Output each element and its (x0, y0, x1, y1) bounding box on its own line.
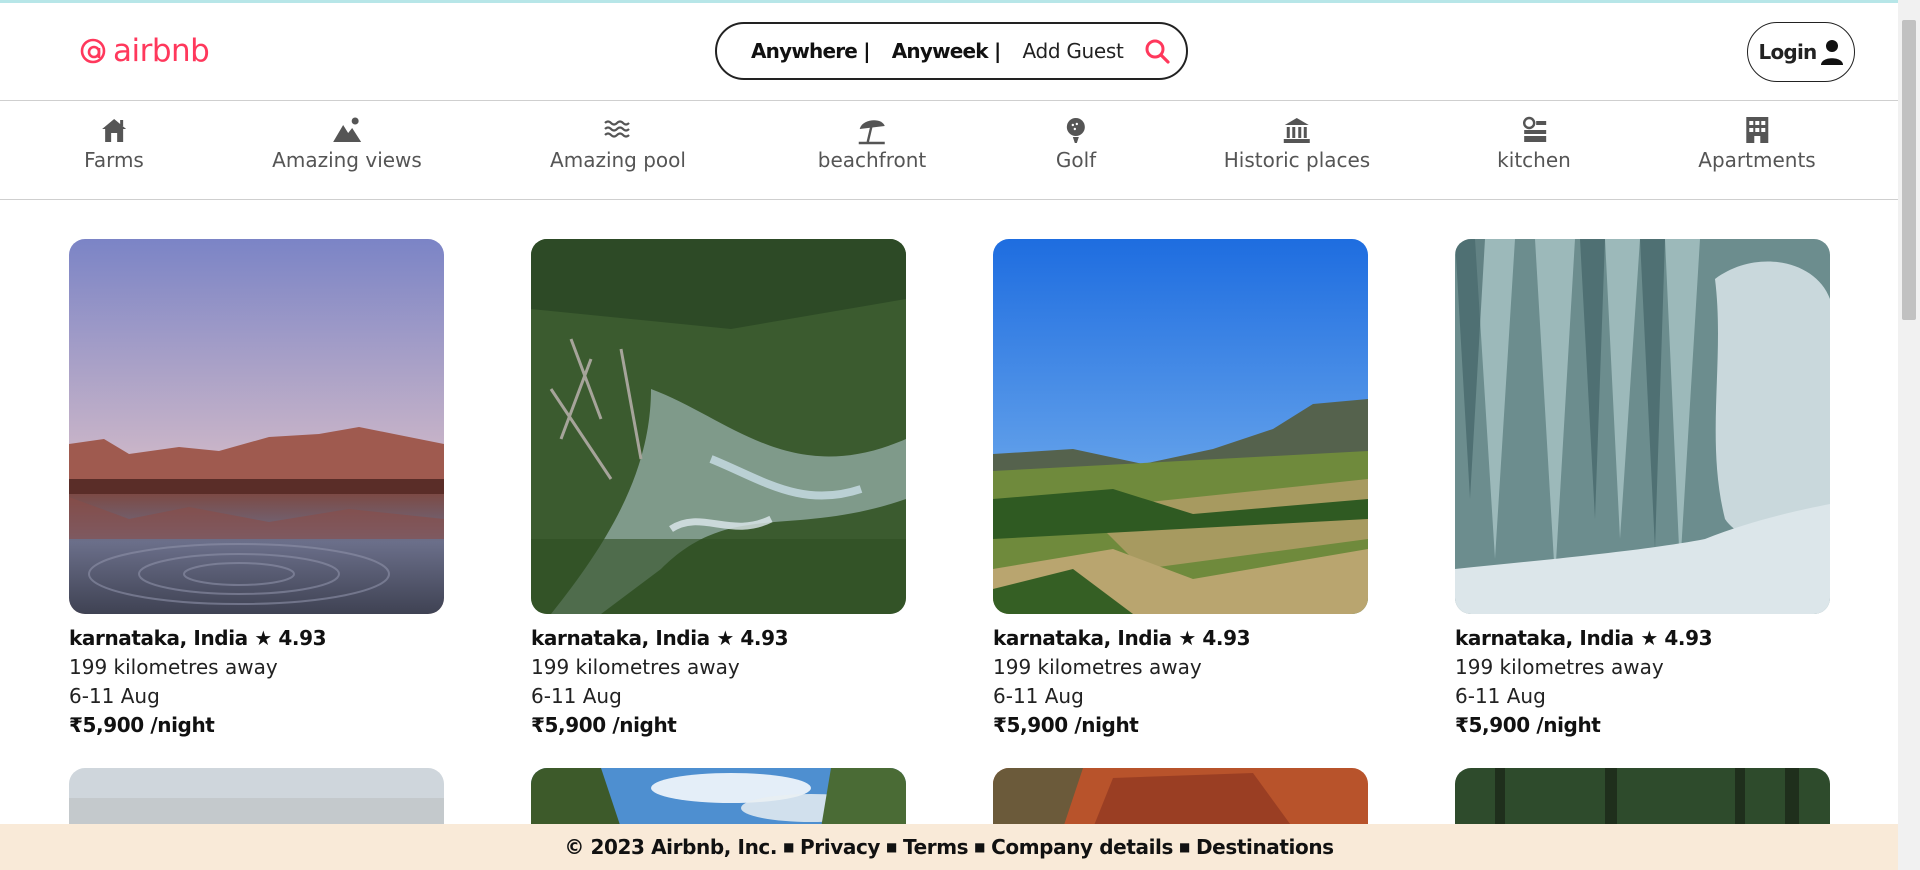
category-label: Historic places (1223, 148, 1371, 172)
listing-image[interactable] (1455, 239, 1830, 614)
footer-link-privacy[interactable]: Privacy (800, 835, 880, 859)
category-apartments[interactable]: Apartments (1698, 115, 1816, 172)
category-label: Amazing pool (550, 148, 686, 172)
kitchen-icon (1522, 116, 1546, 142)
listing-image[interactable] (1455, 768, 1830, 828)
listing-image[interactable] (993, 239, 1368, 614)
green-valley-photo (993, 239, 1368, 614)
listing-location: karnataka, India ★ 4.93 (69, 626, 327, 650)
category-historic-places[interactable]: Historic places (1224, 115, 1370, 172)
category-beachfront[interactable]: beachfront (817, 115, 927, 172)
search-anywhere[interactable]: Anywhere | (751, 39, 871, 63)
farm-house-icon (101, 119, 126, 142)
search-icon[interactable] (1144, 38, 1170, 64)
listing-dates: 6-11 Aug (69, 684, 160, 708)
red-rock-photo (993, 768, 1368, 828)
footer-separator: ■ (974, 840, 986, 854)
listing-distance: 199 kilometres away (69, 655, 278, 679)
page-scrollbar[interactable] (1898, 0, 1920, 870)
search-anyweek[interactable]: Anyweek | (892, 39, 1002, 63)
footer-separator: ■ (783, 840, 795, 854)
listing-dates: 6-11 Aug (531, 684, 622, 708)
listing-distance: 199 kilometres away (531, 655, 740, 679)
river-forest-photo (531, 239, 906, 614)
listing-price: ₹5,900 /night (531, 713, 677, 737)
search-add-guest[interactable]: Add Guest (1022, 39, 1123, 63)
search-bar[interactable]: Anywhere | Anyweek | Add Guest (715, 22, 1188, 80)
footer-separator: ■ (1179, 840, 1190, 854)
landmark-icon (1284, 118, 1310, 143)
mountain-view-icon (333, 117, 361, 142)
scrollbar-thumb[interactable] (1902, 20, 1916, 320)
building-icon (1745, 117, 1768, 143)
listing-image[interactable] (531, 239, 906, 614)
listing-card[interactable]: karnataka, India ★ 4.93 199 kilometres a… (993, 239, 1368, 737)
listing-price: ₹5,900 /night (69, 713, 215, 737)
listing-location: karnataka, India ★ 4.93 (1455, 626, 1713, 650)
listing-image[interactable] (531, 768, 906, 828)
category-kitchen[interactable]: kitchen (1497, 115, 1571, 172)
footer-link-terms[interactable]: Terms (903, 835, 969, 859)
misty-landscape-photo (69, 768, 444, 828)
footer-separator: ■ (886, 840, 897, 854)
listing-price: ₹5,900 /night (1455, 713, 1601, 737)
golf-ball-icon (1067, 118, 1085, 143)
category-label: beachfront (817, 148, 927, 172)
footer-link-company-details[interactable]: Company details (991, 835, 1173, 859)
listing-dates: 6-11 Aug (993, 684, 1084, 708)
listing-image[interactable] (69, 239, 444, 614)
listing-location: karnataka, India ★ 4.93 (531, 626, 789, 650)
listing-image[interactable] (993, 768, 1368, 828)
listing-card[interactable]: karnataka, India ★ 4.93 199 kilometres a… (69, 239, 444, 737)
category-amazing-pool[interactable]: Amazing pool (550, 115, 686, 172)
listing-dates: 6-11 Aug (1455, 684, 1546, 708)
mountain-lake-photo (69, 239, 444, 614)
listing-card[interactable]: karnataka, India ★ 4.93 199 kilometres a… (1455, 239, 1830, 737)
user-icon (1821, 40, 1844, 65)
listing-image[interactable] (69, 768, 444, 828)
airbnb-logo-icon (80, 38, 106, 64)
forest-photo (1455, 768, 1830, 828)
login-button[interactable]: Login (1747, 22, 1855, 82)
footer-link-destinations[interactable]: Destinations (1196, 835, 1334, 859)
listing-card[interactable]: karnataka, India ★ 4.93 199 kilometres a… (531, 239, 906, 737)
category-label: Apartments (1698, 148, 1816, 172)
pool-waves-icon (604, 120, 630, 138)
listing-distance: 199 kilometres away (1455, 655, 1664, 679)
category-label: Golf (1055, 148, 1097, 172)
header: airbnb Anywhere | Anyweek | Add Guest Lo… (0, 3, 1898, 101)
category-bar: Farms Amazing views Amazing pool beachfr… (0, 101, 1898, 200)
logo[interactable]: airbnb (78, 33, 210, 69)
login-label: Login (1758, 40, 1818, 64)
footer-copyright: © 2023 Airbnb, Inc. (564, 835, 778, 859)
canyon-sky-photo (531, 768, 906, 828)
category-label: kitchen (1497, 148, 1571, 172)
category-amazing-views[interactable]: Amazing views (272, 115, 422, 172)
listing-price: ₹5,900 /night (993, 713, 1139, 737)
category-golf[interactable]: Golf (1056, 115, 1096, 172)
brand-name: airbnb (113, 33, 210, 69)
frozen-waterfall-photo (1455, 239, 1830, 614)
listing-location: karnataka, India ★ 4.93 (993, 626, 1251, 650)
footer: © 2023 Airbnb, Inc. ■ Privacy ■ Terms ■ … (0, 824, 1898, 870)
category-label: Amazing views (272, 148, 422, 172)
listing-distance: 199 kilometres away (993, 655, 1202, 679)
category-label: Farms (84, 148, 144, 172)
category-farms[interactable]: Farms (84, 115, 144, 172)
beach-umbrella-icon (858, 120, 885, 145)
